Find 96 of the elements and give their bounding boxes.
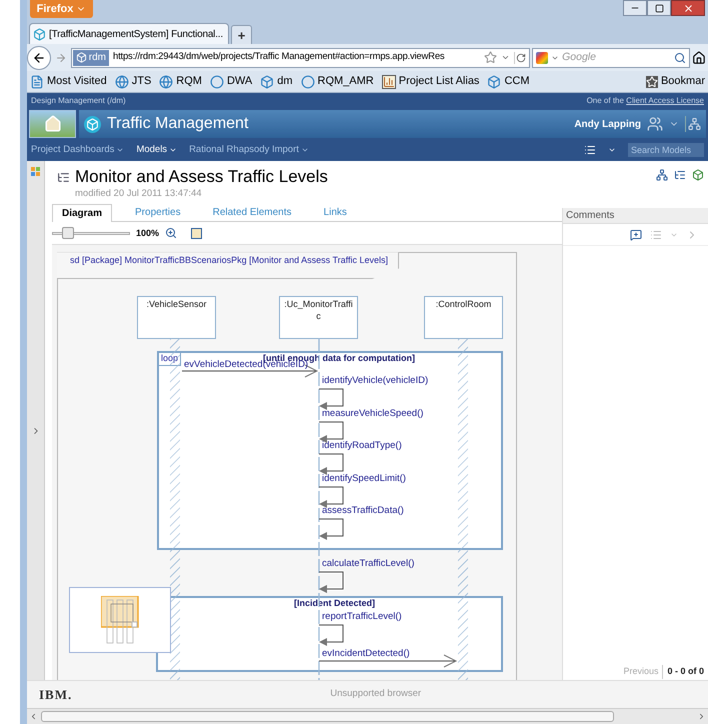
caret-icon xyxy=(300,146,309,154)
reload-icon[interactable] xyxy=(514,52,526,64)
circle-icon xyxy=(300,74,314,88)
nav-menu[interactable]: Models xyxy=(136,142,178,158)
cube-icon xyxy=(260,74,274,88)
message-label: assessTrafficData() xyxy=(322,506,404,516)
bookmark-link[interactable]: RQM xyxy=(159,73,202,90)
message-label: identifyVehicle(vehicleID) xyxy=(322,376,428,386)
search-input[interactable]: Google xyxy=(562,50,672,66)
close-button[interactable] xyxy=(671,0,705,16)
home-icon[interactable] xyxy=(692,50,706,64)
cube-icon xyxy=(487,74,502,88)
diagram-icon[interactable] xyxy=(685,116,701,132)
forward-icon xyxy=(54,52,67,64)
maximize-button[interactable] xyxy=(647,0,671,16)
dropdown-icon[interactable] xyxy=(501,53,510,62)
lifeline-name: :ControlRoom xyxy=(434,298,492,312)
search-models-field[interactable]: Search Models xyxy=(628,143,704,157)
network-icon[interactable] xyxy=(656,169,668,181)
slider-thumb[interactable] xyxy=(62,227,74,240)
sequence-diagram-icon xyxy=(57,171,70,184)
star-icon xyxy=(646,76,658,88)
zoom-reading: 100% xyxy=(136,226,160,240)
back-button[interactable] xyxy=(27,46,51,70)
address-bar[interactable]: rdm https://rdm:29443/dm/web/projects/Traffic Management#action=rmps.app.viewRes xyxy=(70,48,530,68)
scroll-left-icon[interactable] xyxy=(29,712,38,721)
zoom-icon[interactable] xyxy=(165,227,178,240)
lifeline-name: :VehicleSensor xyxy=(145,298,208,312)
star-icon[interactable] xyxy=(484,51,498,64)
bookmark-link[interactable]: CCM xyxy=(487,73,530,90)
browser-tab[interactable]: [TrafficManagementSystem] Functional... xyxy=(29,23,229,44)
caret-icon xyxy=(169,146,178,154)
message-label: identifyRoadType() xyxy=(322,441,402,451)
maximize-icon xyxy=(654,4,664,12)
house-icon xyxy=(44,115,62,133)
scroll-right-icon[interactable] xyxy=(697,712,706,721)
site-badge: rdm xyxy=(72,50,110,66)
cube-icon xyxy=(76,52,87,63)
license-link[interactable]: Client Access License xyxy=(626,96,704,105)
message-label: identifySpeedLimit() xyxy=(322,474,406,484)
grid-icon[interactable] xyxy=(30,167,40,176)
tree-icon[interactable] xyxy=(674,169,686,181)
fragment-guard: [Incident Detected] xyxy=(294,599,376,608)
frame-title: sd [Package] MonitorTrafficBBScenariosPkg [Monitor and Assess Traffic Levels] xyxy=(70,254,388,268)
message-label: evIncidentDetected() xyxy=(322,649,410,659)
cube-icon[interactable] xyxy=(692,169,704,181)
page-tab[interactable]: Links xyxy=(314,203,356,222)
nav-menu[interactable]: Project Dashboards xyxy=(31,142,124,158)
caret-icon[interactable] xyxy=(608,146,616,154)
new-tab-button[interactable]: + xyxy=(231,25,252,44)
bookmark-link[interactable]: DWA xyxy=(210,73,252,90)
back-icon xyxy=(32,50,46,64)
caret-icon xyxy=(116,146,124,154)
project-title: Traffic Management xyxy=(107,114,248,134)
bookmark-link[interactable]: Most Visited xyxy=(30,73,107,90)
bookmark-link[interactable]: JTS xyxy=(114,73,152,90)
nav-menu[interactable]: Rational Rhapsody Import xyxy=(189,142,309,158)
page-tab[interactable]: Diagram xyxy=(52,204,112,222)
user-name[interactable]: Andy Lapping xyxy=(574,116,641,132)
lifeline-name: :Uc_MonitorTraffi c xyxy=(283,298,354,324)
page-tab[interactable]: Related Elements xyxy=(204,203,301,222)
browser-notice: Unsupported browser xyxy=(330,687,422,702)
message-label: reportTrafficLevel() xyxy=(322,612,402,622)
search-field[interactable]: Google xyxy=(532,48,690,68)
page-title: Monitor and Assess Traffic Levels xyxy=(75,167,328,187)
page-tab[interactable]: Properties xyxy=(126,203,190,222)
diagram-thumbnail-drawing xyxy=(101,596,139,644)
scrollbar-thumb[interactable] xyxy=(41,711,614,722)
google-icon xyxy=(536,52,548,64)
globe-icon xyxy=(159,74,174,88)
globe-icon xyxy=(114,74,129,88)
cube-icon xyxy=(33,28,46,40)
bookmark-link[interactable]: Project List Alias xyxy=(382,73,480,90)
message-label: measureVehicleSpeed() xyxy=(322,409,424,419)
cube-icon xyxy=(84,116,101,132)
horizontal-scrollbar[interactable] xyxy=(27,708,708,724)
product-name: Design Management (/dm) xyxy=(31,95,126,107)
comments-title: Comments xyxy=(563,208,708,224)
search-icon xyxy=(674,52,686,64)
chart-icon xyxy=(382,74,396,88)
message-label: calculateTrafficLevel() xyxy=(322,559,414,569)
circle-icon xyxy=(210,74,224,88)
license-notice: One of the Client Access License xyxy=(586,95,704,107)
ibm-logo: IBM. xyxy=(39,686,72,704)
overview-icon[interactable] xyxy=(191,228,202,239)
bookmarks-menu[interactable]: Bookmar xyxy=(646,73,705,90)
zoom-slider[interactable] xyxy=(52,227,130,240)
page-icon xyxy=(30,74,44,88)
modified-date: modified 20 Jul 2011 13:47:44 xyxy=(75,187,203,201)
bookmark-link[interactable]: RQM_AMR xyxy=(300,73,374,90)
bookmark-link[interactable]: dm xyxy=(260,73,292,90)
close-icon xyxy=(682,2,694,14)
url-text: https://rdm:29443/dm/web/projects/Traffic Management#action=rmps.app.viewRes xyxy=(113,50,446,64)
add-comment-icon[interactable] xyxy=(630,228,642,241)
result-count: 0 - 0 of 0 xyxy=(662,665,704,679)
users-icon[interactable] xyxy=(647,116,663,132)
